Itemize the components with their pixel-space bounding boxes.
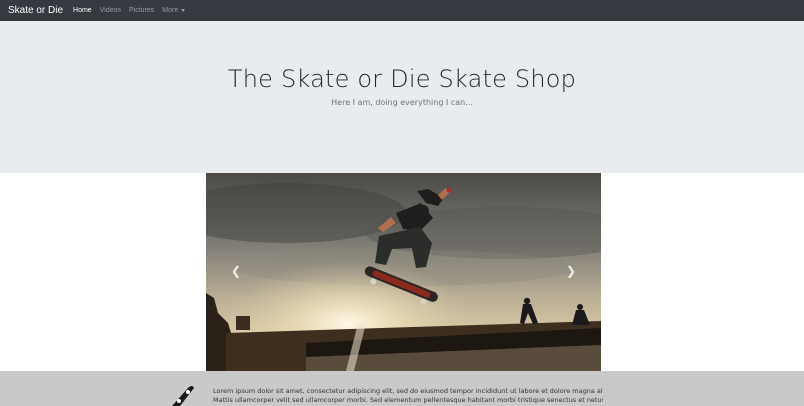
nav-dropdown-more[interactable]: More [162,7,186,14]
carousel-prev-button[interactable]: ❮ [228,263,244,279]
carousel-slide-image [206,173,601,371]
chevron-right-icon: ❯ [565,264,577,278]
nav-link-videos[interactable]: Videos [100,7,121,14]
hero-title: The Skate or Die Skate Shop [227,65,577,93]
info-section: Lorem ipsum dolor sit amet, consectetur … [0,371,804,406]
skateboard-icon [172,386,194,406]
image-carousel: ❮ ❯ [206,173,601,371]
nav-link-more-label: More [162,7,179,14]
info-text-line-1: Lorem ipsum dolor sit amet, consectetur … [213,387,603,395]
navbar: Skate or Die Home Videos Pictures More [0,0,804,21]
caret-down-icon [181,8,186,12]
navbar-brand[interactable]: Skate or Die [8,5,63,16]
nav-link-pictures[interactable]: Pictures [129,7,154,14]
carousel-next-button[interactable]: ❯ [563,263,579,279]
hero-subtitle: Here I am, doing everything I can... [331,98,473,107]
info-text-line-2: Mattis ullamcorper velit sed ullamcorper… [213,396,603,404]
info-paragraph: Lorem ipsum dolor sit amet, consectetur … [213,387,603,405]
hero-jumbotron: The Skate or Die Skate Shop Here I am, d… [0,21,804,173]
chevron-left-icon: ❮ [230,264,242,278]
nav-link-home[interactable]: Home [73,7,92,14]
